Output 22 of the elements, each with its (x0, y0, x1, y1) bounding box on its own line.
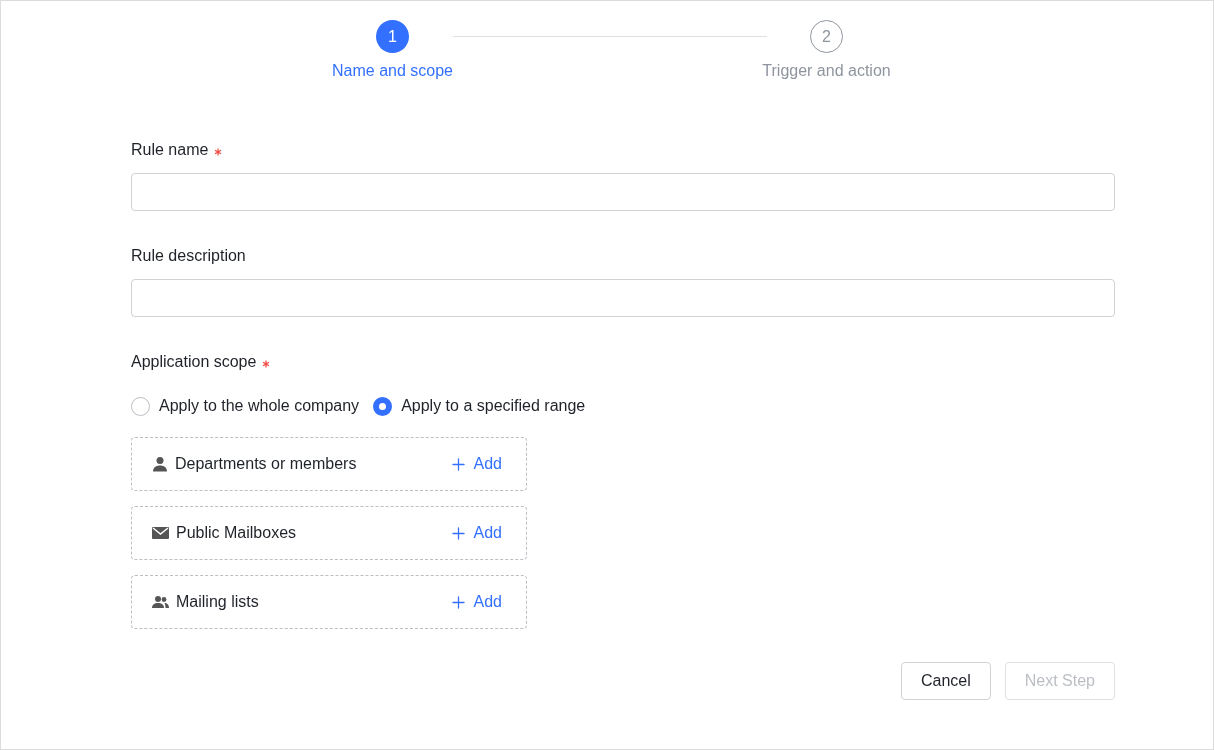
add-link[interactable]: Add (448, 521, 502, 545)
target-label: Mailing lists (176, 592, 260, 612)
footer-button[interactable]: Cancel (900, 662, 991, 700)
radio-button[interactable] (373, 396, 393, 416)
envelope-icon (152, 526, 169, 540)
people-icon (152, 595, 169, 609)
radio-button[interactable] (131, 396, 150, 416)
add-link[interactable]: Add (448, 452, 502, 476)
text-input-field[interactable] (131, 173, 1115, 211)
target-label: Departments or members (175, 454, 358, 474)
target-label: Public Mailboxes (176, 523, 298, 543)
text-input-field[interactable] (131, 279, 1115, 317)
step-label: Name and scope (332, 61, 453, 81)
add-link[interactable]: Add (448, 590, 502, 614)
field-label: Rule description (131, 246, 246, 266)
field-label: Application scope (131, 352, 257, 372)
step-label: Trigger and action (762, 61, 891, 81)
person-icon (152, 456, 168, 472)
step-number: 1 (376, 20, 409, 53)
radio-label: Apply to the whole company (159, 396, 360, 416)
radio-label: Apply to a specified range (401, 396, 586, 416)
field-label: Rule name (131, 140, 209, 160)
